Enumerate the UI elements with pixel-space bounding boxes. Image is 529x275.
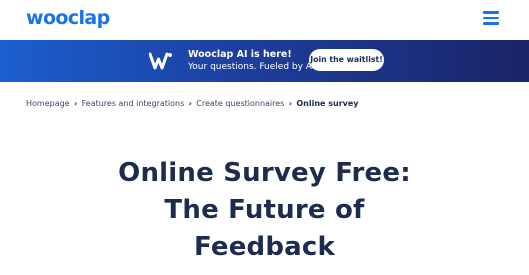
menu-bar [483, 11, 499, 14]
breadcrumb: Homepage › Features and integrations › C… [26, 99, 359, 108]
breadcrumb-current: Online survey [296, 99, 359, 108]
breadcrumb-item-homepage[interactable]: Homepage [26, 99, 70, 108]
page-title-line: The Future of [164, 195, 365, 225]
banner-subtitle: Your questions. Fueled by AI. [188, 62, 318, 72]
page-title-line: Feedback [193, 232, 336, 262]
page-title-line: Online Survey Free: [118, 158, 411, 188]
banner-title: Wooclap AI is here! [188, 49, 292, 60]
join-waitlist-button[interactable]: Join the waitlist! [309, 49, 384, 71]
chevron-right-icon: › [188, 99, 192, 108]
announcement-banner: Wooclap AI is here! Your questions. Fuel… [0, 40, 529, 82]
menu-bar [483, 22, 499, 25]
hamburger-menu-icon[interactable] [483, 11, 499, 25]
breadcrumb-item-questionnaires[interactable]: Create questionnaires [196, 99, 284, 108]
chevron-right-icon: › [288, 99, 292, 108]
wooclap-logo[interactable]: wooclap [26, 7, 110, 29]
page-title: Online Survey Free: The Future of Feedba… [0, 155, 529, 266]
chevron-right-icon: › [73, 99, 78, 108]
wooclap-w-logo-icon [149, 52, 172, 70]
site-header: wooclap [0, 0, 529, 40]
breadcrumb-item-features[interactable]: Features and integrations [82, 99, 185, 108]
menu-bar [483, 16, 499, 19]
